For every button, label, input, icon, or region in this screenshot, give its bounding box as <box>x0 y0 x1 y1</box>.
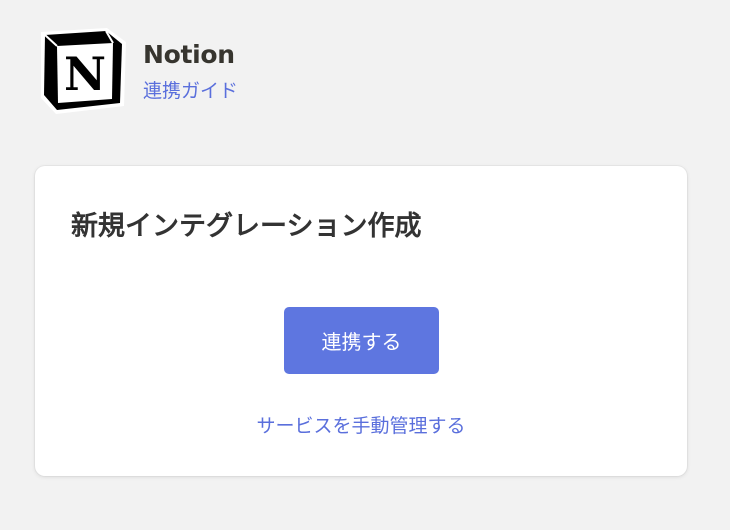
app-name: Notion <box>143 40 235 69</box>
manual-manage-link[interactable]: サービスを手動管理する <box>35 411 687 438</box>
card-title: 新規インテグレーション作成 <box>71 211 422 242</box>
integration-guide-link[interactable]: 連携ガイド <box>143 76 238 103</box>
svg-text:N: N <box>64 47 106 101</box>
notion-logo-icon: N <box>41 28 126 114</box>
create-integration-card: 新規インテグレーション作成 連携する サービスを手動管理する <box>35 166 687 476</box>
connect-button[interactable]: 連携する <box>284 307 439 374</box>
